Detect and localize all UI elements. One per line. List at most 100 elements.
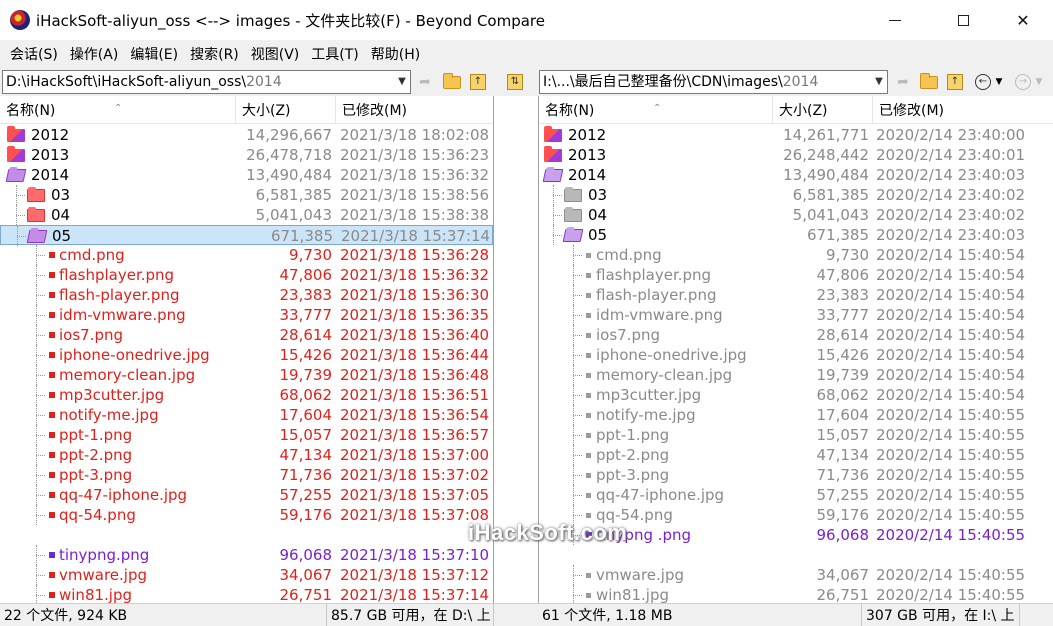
item-size: 68,062: [816, 386, 870, 404]
file-row[interactable]: tinypng.png 96,068 2021/3/18 15:37:10: [0, 545, 493, 565]
tree-connector: [17, 236, 26, 237]
back-button[interactable]: ←: [972, 72, 994, 92]
minimize-button[interactable]: [872, 0, 918, 40]
folder-row[interactable]: 2014 13,490,484 2020/2/14 23:40:03: [539, 165, 1053, 185]
file-row[interactable]: notify-me.jpg 17,604 2021/3/18 15:36:54: [0, 405, 493, 425]
item-size: 33,777: [279, 306, 333, 324]
file-row[interactable]: flash-player.png 23,383 2020/2/14 15:40:54: [539, 285, 1053, 305]
item-size: 17,604: [816, 406, 870, 424]
folder-row[interactable]: 2012 14,296,667 2021/3/18 18:02:08: [0, 125, 493, 145]
right-parent-folder-button[interactable]: ↑: [944, 72, 966, 92]
folder-row[interactable]: 2013 26,478,718 2021/3/18 15:36:23: [0, 145, 493, 165]
right-browse-folder-button[interactable]: [918, 72, 940, 92]
file-row[interactable]: ppt-1.png 15,057 2021/3/18 15:36:57: [0, 425, 493, 445]
right-modified-column-header[interactable]: 已修改(M): [873, 96, 1053, 124]
menu-tools[interactable]: 工具(T): [305, 44, 364, 64]
empty-orphan-row[interactable]: [0, 525, 493, 545]
file-row[interactable]: qq-47-iphone.jpg 57,255 2020/2/14 15:40:55: [539, 485, 1053, 505]
right-path-combobox[interactable]: I:\...\最后自己整理备份\CDN\images\2014 ▼: [539, 70, 888, 94]
close-button[interactable]: ✕: [1000, 0, 1046, 40]
left-name-column-header[interactable]: 名称(N) ⌃: [0, 96, 236, 124]
menu-search[interactable]: 搜索(R): [184, 44, 245, 64]
file-icon: [49, 432, 55, 438]
file-row[interactable]: flashplayer.png 47,806 2020/2/14 15:40:54: [539, 265, 1053, 285]
menu-edit[interactable]: 编辑(E): [124, 44, 184, 64]
folder-row[interactable]: 04 5,041,043 2021/3/18 15:38:38: [0, 205, 493, 225]
file-row[interactable]: memory-clean.jpg 19,739 2021/3/18 15:36:48: [0, 365, 493, 385]
file-row[interactable]: idm-vmware.png 33,777 2020/2/14 15:40:54: [539, 305, 1053, 325]
menu-actions[interactable]: 操作(A): [64, 44, 125, 64]
left-size-column-header[interactable]: 大小(Z): [236, 96, 336, 124]
maximize-icon: [957, 14, 969, 26]
forward-dropdown[interactable]: ▼: [1032, 72, 1046, 92]
forward-button[interactable]: →: [1012, 72, 1034, 92]
file-row[interactable]: win81.jpg 26,751 2021/3/18 15:37:14: [0, 585, 493, 603]
file-row[interactable]: ppt-3.png 71,736 2020/2/14 15:40:55: [539, 465, 1053, 485]
title-bar: iHackSoft-aliyun_oss <--> images - 文件夹比较…: [0, 0, 1053, 40]
left-file-pane[interactable]: 名称(N) ⌃ 大小(Z) 已修改(M) 2012 14,296,667 2021/…: [0, 96, 494, 603]
left-path-combobox[interactable]: D:\iHackSoft\iHackSoft-aliyun_oss\2014 ▼: [2, 70, 411, 94]
menu-view[interactable]: 视图(V): [245, 44, 306, 64]
item-modified: 2020/2/14 15:40:54: [876, 286, 1026, 304]
file-row[interactable]: iphone-onedrive.jpg 15,426 2020/2/14 15:40…: [539, 345, 1053, 365]
left-parent-folder-button[interactable]: ↑: [467, 72, 489, 92]
file-icon: [49, 472, 55, 478]
item-name: cmd.png: [596, 246, 662, 264]
file-row[interactable]: flashplayer.png 47,806 2021/3/18 15:36:32: [0, 265, 493, 285]
file-row[interactable]: iphone-onedrive.jpg 15,426 2021/3/18 15:36…: [0, 345, 493, 365]
menu-help[interactable]: 帮助(H): [365, 44, 426, 64]
file-row[interactable]: cmd.png 9,730 2021/3/18 15:36:28: [0, 245, 493, 265]
file-row[interactable]: ppt-3.png 71,736 2021/3/18 15:37:02: [0, 465, 493, 485]
tree-connector: [573, 455, 582, 456]
empty-orphan-row[interactable]: [539, 545, 1053, 565]
file-row[interactable]: ios7.png 28,614 2021/3/18 15:36:40: [0, 325, 493, 345]
maximize-button[interactable]: [940, 0, 986, 40]
file-row[interactable]: ppt-2.png 47,134 2020/2/14 15:40:55: [539, 445, 1053, 465]
chevron-down-icon[interactable]: ▼: [394, 71, 410, 93]
item-modified: 2021/3/18 15:38:56: [340, 186, 490, 204]
folder-row[interactable]: 04 5,041,043 2020/2/14 23:40:02: [539, 205, 1053, 225]
file-row[interactable]: ios7.png 28,614 2020/2/14 15:40:54: [539, 325, 1053, 345]
back-dropdown[interactable]: ▼: [992, 72, 1006, 92]
file-row[interactable]: flash-player.png 23,383 2021/3/18 15:36:30: [0, 285, 493, 305]
right-size-column-header[interactable]: 大小(Z): [773, 96, 873, 124]
right-name-column-header[interactable]: 名称(N) ⌃: [539, 96, 773, 124]
file-row[interactable]: notify-me.jpg 17,604 2020/2/14 15:40:55: [539, 405, 1053, 425]
both-parent-folder-button[interactable]: ⇅: [504, 72, 526, 92]
left-modified-column-header[interactable]: 已修改(M): [336, 96, 493, 124]
file-row[interactable]: memory-clean.jpg 19,739 2020/2/14 15:40:54: [539, 365, 1053, 385]
file-row[interactable]: ppt-1.png 15,057 2020/2/14 15:40:55: [539, 425, 1053, 445]
item-modified: 2021/3/18 15:37:08: [340, 506, 490, 524]
folder-row[interactable]: 03 6,581,385 2020/2/14 23:40:02: [539, 185, 1053, 205]
file-row[interactable]: qq-54.png 59,176 2021/3/18 15:37:08: [0, 505, 493, 525]
item-name: iphone-onedrive.jpg: [59, 346, 210, 364]
folder-row[interactable]: 2013 26,248,442 2020/2/14 23:40:01: [539, 145, 1053, 165]
folder-row[interactable]: 2014 13,490,484 2021/3/18 15:36:32: [0, 165, 493, 185]
left-history-button[interactable]: ➦: [414, 72, 436, 92]
left-browse-folder-button[interactable]: [441, 72, 463, 92]
file-row[interactable]: vmware.jpg 34,067 2020/2/14 15:40:55: [539, 565, 1053, 585]
file-row[interactable]: qq-47-iphone.jpg 57,255 2021/3/18 15:37:05: [0, 485, 493, 505]
chevron-down-icon[interactable]: ▼: [871, 71, 887, 93]
item-name: tinypng.png: [59, 546, 150, 564]
file-row[interactable]: vmware.jpg 34,067 2021/3/18 15:37:12: [0, 565, 493, 585]
file-row[interactable]: mp3cutter.jpg 68,062 2021/3/18 15:36:51: [0, 385, 493, 405]
file-row[interactable]: cmd.png 9,730 2020/2/14 15:40:54: [539, 245, 1053, 265]
file-row[interactable]: win81.jpg 26,751 2020/2/14 15:40:55: [539, 585, 1053, 603]
file-icon: [586, 333, 591, 338]
folder-row[interactable]: 2012 14,261,771 2020/2/14 23:40:00: [539, 125, 1053, 145]
folder-row[interactable]: 05 671,385 2021/3/18 15:37:14: [0, 225, 493, 246]
file-row[interactable]: mp3cutter.jpg 68,062 2020/2/14 15:40:54: [539, 385, 1053, 405]
item-modified: 2020/2/14 15:40:55: [876, 406, 1026, 424]
status-bar: 22 个文件, 924 KB 85.7 GB 可用，在 D:\ 上 61 个文件…: [0, 603, 1053, 626]
menu-session[interactable]: 会话(S): [4, 44, 64, 64]
folder-row[interactable]: 05 671,385 2020/2/14 23:40:03: [539, 225, 1053, 245]
item-size: 6,581,385: [255, 186, 332, 204]
size-column-label: 大小(Z): [242, 103, 291, 119]
right-history-button[interactable]: ➦: [892, 72, 914, 92]
file-row[interactable]: ppt-2.png 47,134 2021/3/18 15:37:00: [0, 445, 493, 465]
folder-row[interactable]: 03 6,581,385 2021/3/18 15:38:56: [0, 185, 493, 205]
right-status-free: 307 GB 可用，在 I:\ 上: [862, 604, 1020, 626]
item-name: ppt-1.png: [596, 426, 670, 444]
file-row[interactable]: idm-vmware.png 33,777 2021/3/18 15:36:35: [0, 305, 493, 325]
